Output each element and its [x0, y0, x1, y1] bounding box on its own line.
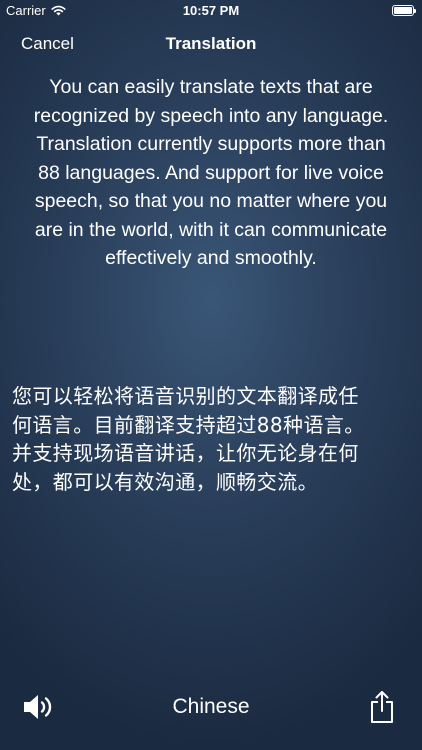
- speaker-icon: [24, 695, 52, 719]
- battery-icon: [392, 5, 416, 16]
- bottom-bar: Chinese: [0, 685, 422, 729]
- status-bar: Carrier 10:57 PM: [0, 0, 422, 22]
- translated-text: 您可以轻松将语音识别的文本翻译成任 何语言。目前翻译支持超过88种语言。 并支持…: [12, 384, 365, 494]
- page-title: Translation: [165, 34, 257, 53]
- share-icon: [371, 691, 393, 723]
- source-text: You can easily translate texts that are …: [33, 76, 389, 269]
- speak-button[interactable]: [22, 692, 56, 722]
- share-button[interactable]: [369, 690, 395, 724]
- language-selector[interactable]: Chinese: [131, 695, 291, 719]
- nav-bar: Cancel Translation: [0, 22, 422, 66]
- status-time: 10:57 PM: [182, 3, 240, 18]
